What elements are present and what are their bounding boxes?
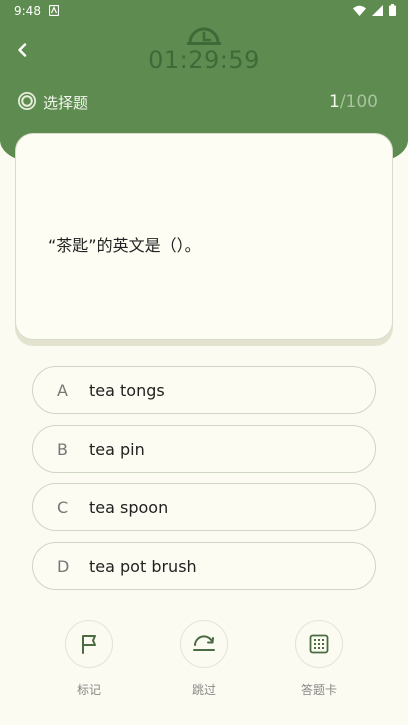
countdown-timer: 01:29:59 bbox=[148, 46, 260, 74]
cell-signal-icon bbox=[372, 4, 383, 16]
mark-button[interactable]: 标记 bbox=[59, 620, 119, 698]
option-letter: B bbox=[57, 440, 68, 459]
option-letter: A bbox=[57, 381, 68, 400]
status-time: 9:48 bbox=[14, 4, 41, 18]
mark-button-circle[interactable] bbox=[65, 620, 113, 668]
option-d[interactable]: D tea pot brush bbox=[32, 542, 376, 590]
option-text: tea pot brush bbox=[89, 557, 197, 576]
progress-current: 1 bbox=[328, 92, 340, 112]
option-letter: D bbox=[57, 557, 70, 576]
notification-app-icon bbox=[49, 5, 59, 16]
answer-sheet-label: 答题卡 bbox=[300, 683, 337, 697]
mark-label: 标记 bbox=[76, 683, 101, 697]
answer-sheet-icon bbox=[309, 634, 329, 654]
option-text: tea tongs bbox=[89, 381, 165, 400]
skip-button[interactable]: 跳过 bbox=[174, 620, 234, 698]
battery-icon bbox=[389, 4, 396, 16]
option-text: tea spoon bbox=[89, 498, 169, 517]
timer-icon bbox=[187, 27, 221, 45]
option-b[interactable]: B tea pin bbox=[32, 425, 376, 473]
option-a[interactable]: A tea tongs bbox=[32, 366, 376, 414]
question-type-icon bbox=[18, 92, 36, 110]
question-card: “茶匙”的英文是（）。 bbox=[15, 133, 393, 340]
flag-icon bbox=[82, 635, 96, 654]
option-text: tea pin bbox=[89, 440, 145, 459]
option-letter: C bbox=[57, 498, 69, 517]
progress-total: /100 bbox=[339, 92, 378, 112]
question-text: “茶匙”的英文是（）。 bbox=[48, 236, 201, 255]
question-progress: 1/100 bbox=[329, 92, 378, 112]
status-bar: 9:48 bbox=[0, 0, 408, 24]
skip-button-circle[interactable] bbox=[180, 620, 228, 668]
answer-sheet-button[interactable]: 答题卡 bbox=[289, 620, 349, 698]
answer-sheet-button-circle[interactable] bbox=[295, 620, 343, 668]
skip-label: 跳过 bbox=[191, 683, 216, 697]
question-type-label: 选择题 bbox=[43, 94, 89, 112]
skip-icon bbox=[193, 635, 215, 651]
wifi-icon bbox=[353, 5, 366, 16]
option-c[interactable]: C tea spoon bbox=[32, 483, 376, 531]
